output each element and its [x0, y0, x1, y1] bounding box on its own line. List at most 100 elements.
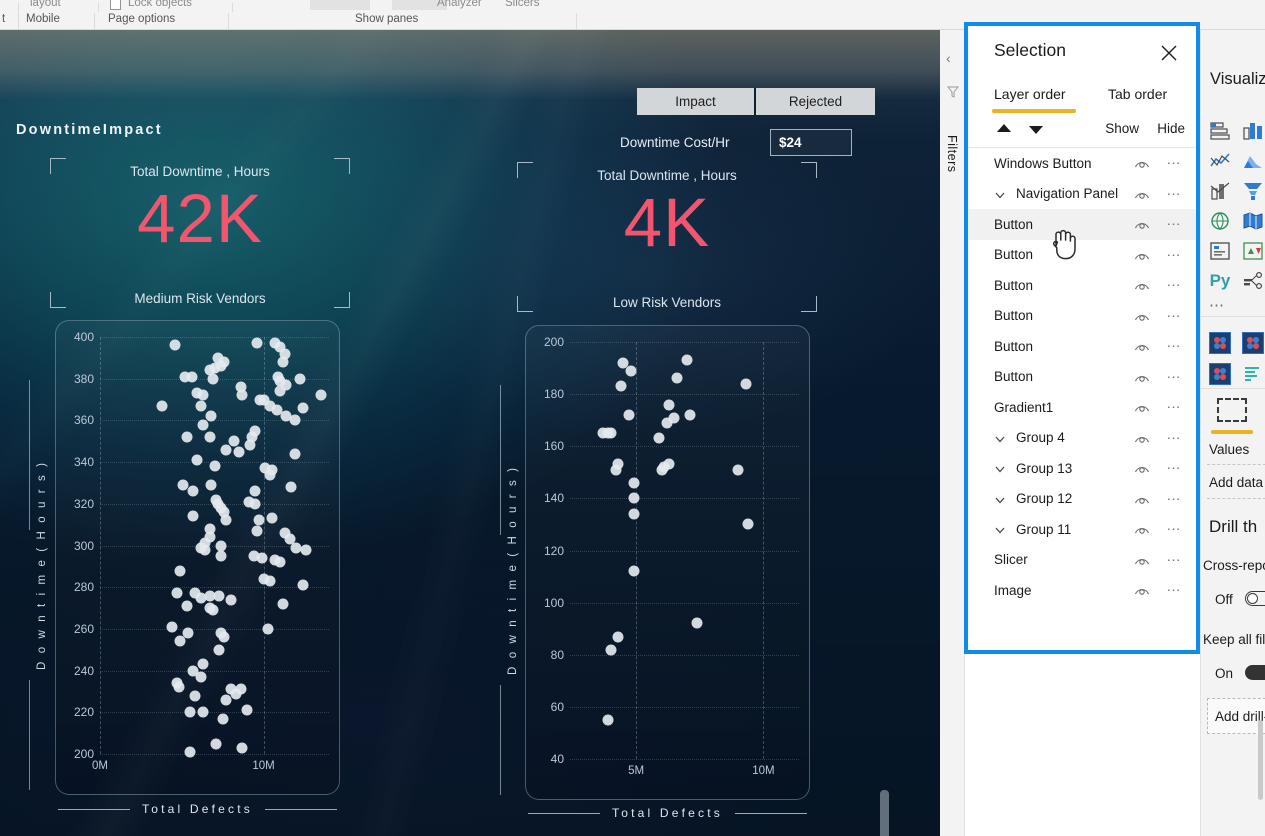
scatter-point[interactable] [189, 690, 201, 702]
scatter-point[interactable] [174, 635, 186, 647]
scatter-point[interactable] [174, 565, 186, 577]
scatter-point[interactable] [285, 481, 297, 493]
card-icon[interactable] [1207, 238, 1233, 264]
visualizations-pane[interactable]: Visualiz Py ⋯ Values Add data Drill th C… [1200, 30, 1265, 836]
canvas-vertical-scrollbar[interactable] [880, 790, 889, 836]
scatter-point[interactable] [197, 706, 209, 718]
eye-visibility-icon[interactable] [1134, 310, 1150, 322]
scatter-point[interactable] [732, 464, 744, 476]
scatter-point[interactable] [615, 380, 627, 392]
kpi-card-medium-risk[interactable]: Total Downtime , Hours 42K Medium Risk V… [50, 158, 350, 308]
custom-visual-icon[interactable] [1242, 332, 1264, 354]
tab-tab-order[interactable]: Tab order [1108, 86, 1167, 102]
scatter-point[interactable] [236, 742, 248, 754]
visualizations-pane-scrollbar[interactable] [1258, 720, 1263, 800]
scatter-point[interactable] [266, 512, 278, 524]
row-more-options-icon[interactable]: ⋯ [1167, 185, 1183, 202]
scatter-point[interactable] [218, 631, 230, 643]
scatter-point[interactable] [186, 371, 198, 383]
selection-layer-row[interactable]: Group 12 ⋯ [968, 484, 1196, 515]
scatter-point[interactable] [244, 439, 256, 451]
scatter-chart-low-risk[interactable]: 40 60 80 100 120 140 160 180 200 5M 10M [525, 325, 810, 800]
scatter-point[interactable] [602, 714, 614, 726]
eye-visibility-icon[interactable] [1134, 401, 1150, 413]
selection-layer-row[interactable]: Button ⋯ [968, 301, 1196, 332]
scatter-point[interactable] [274, 556, 286, 568]
scatter-point[interactable] [169, 339, 181, 351]
selection-pane-controls[interactable]: Show Hide [968, 114, 1196, 147]
stacked-bar-chart-icon[interactable] [1207, 118, 1233, 144]
selection-layer-row[interactable]: Button ⋯ [968, 270, 1196, 301]
ellipsis-icon[interactable]: ⋯ [1209, 296, 1226, 314]
scatter-point[interactable] [207, 604, 219, 616]
selection-pane[interactable]: Selection Layer order Tab order Show Hid… [968, 26, 1196, 650]
line-chart-icon[interactable] [1207, 148, 1233, 174]
scatter-point[interactable] [628, 492, 640, 504]
selection-layer-row[interactable]: Slicer ⋯ [968, 545, 1196, 576]
row-more-options-icon[interactable]: ⋯ [1167, 399, 1183, 416]
scatter-point[interactable] [628, 565, 640, 577]
scatter-point[interactable] [187, 510, 199, 522]
tab-layer-order[interactable]: Layer order [994, 86, 1066, 102]
chevron-down-icon[interactable] [994, 188, 1006, 200]
scatter-point[interactable] [671, 372, 683, 384]
scatter-point[interactable] [225, 594, 237, 606]
funnel-chart-icon[interactable] [1240, 178, 1265, 204]
scatter-point[interactable] [236, 389, 248, 401]
combo-chart-icon[interactable] [1207, 178, 1233, 204]
ribbon-ghost-analyzer[interactable]: Analyzer [437, 0, 482, 9]
ribbon-ghost-button[interactable] [310, 0, 370, 10]
scatter-point[interactable] [289, 414, 301, 426]
scatter-point[interactable] [184, 746, 196, 758]
ribbon-ghost-slicers[interactable]: Slicers [505, 0, 540, 9]
scatter-point[interactable] [289, 448, 301, 460]
add-data-field-label[interactable]: Add data [1209, 475, 1263, 490]
scatter-point[interactable] [241, 704, 253, 716]
chevron-left-icon[interactable]: ‹ [946, 50, 951, 66]
scatter-point[interactable] [297, 402, 309, 414]
row-more-options-icon[interactable]: ⋯ [1167, 521, 1183, 538]
row-more-options-icon[interactable]: ⋯ [1167, 490, 1183, 507]
scatter-point[interactable] [199, 544, 211, 556]
scatter-point[interactable] [184, 706, 196, 718]
row-more-options-icon[interactable]: ⋯ [1167, 338, 1183, 355]
eye-visibility-icon[interactable] [1134, 249, 1150, 261]
keep-all-filters-toggle[interactable] [1245, 665, 1265, 680]
scatter-point[interactable] [181, 600, 193, 612]
eye-visibility-icon[interactable] [1134, 493, 1150, 505]
scatter-point[interactable] [230, 688, 242, 700]
kpi-icon[interactable] [1240, 238, 1265, 264]
scatter-point[interactable] [661, 417, 673, 429]
scatter-point[interactable] [220, 514, 232, 526]
scatter-point[interactable] [274, 385, 286, 397]
scatter-point[interactable] [215, 550, 227, 562]
scatter-point[interactable] [171, 587, 183, 599]
triangle-down-icon[interactable] [1025, 118, 1047, 140]
eye-visibility-icon[interactable] [1134, 371, 1150, 383]
row-more-options-icon[interactable]: ⋯ [1167, 551, 1183, 568]
scatter-point[interactable] [220, 694, 232, 706]
selection-layer-row[interactable]: Button ⋯ [968, 362, 1196, 393]
selection-layer-row[interactable]: Group 4 ⋯ [968, 423, 1196, 454]
hide-button[interactable]: Hide [1157, 121, 1185, 136]
row-more-options-icon[interactable]: ⋯ [1167, 460, 1183, 477]
row-more-options-icon[interactable]: ⋯ [1167, 368, 1183, 385]
custom-table-icon[interactable] [1242, 363, 1264, 385]
row-more-options-icon[interactable]: ⋯ [1167, 246, 1183, 263]
plot-area[interactable]: 40 60 80 100 120 140 160 180 200 5M 10M [544, 335, 799, 777]
scatter-point[interactable] [249, 498, 261, 510]
area-chart-icon[interactable] [1240, 148, 1265, 174]
scatter-point[interactable] [253, 514, 265, 526]
scatter-point[interactable] [249, 485, 261, 497]
scatter-point[interactable] [623, 409, 635, 421]
scatter-point[interactable] [251, 337, 263, 349]
downtime-cost-input[interactable]: $24 [770, 129, 852, 156]
values-field-well[interactable] [1217, 398, 1247, 422]
scatter-point[interactable] [628, 508, 640, 520]
scatter-point[interactable] [740, 378, 752, 390]
scatter-point[interactable] [166, 621, 178, 633]
scatter-point[interactable] [294, 373, 306, 385]
selection-layer-row[interactable]: Button ⋯ [968, 209, 1196, 240]
scatter-point[interactable] [625, 365, 637, 377]
scatter-point[interactable] [181, 431, 193, 443]
